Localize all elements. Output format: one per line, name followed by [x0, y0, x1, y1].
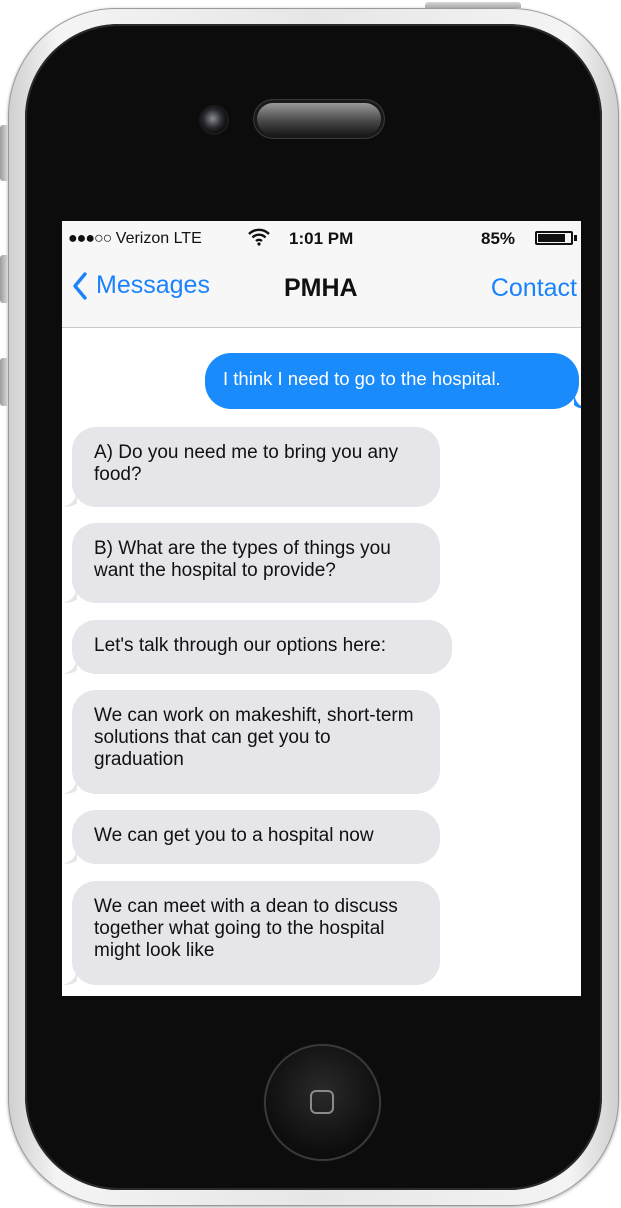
message-text: We can get you to a hospital now — [94, 825, 374, 846]
contact-button[interactable]: Contact — [491, 274, 577, 303]
bubble-tail — [63, 774, 77, 794]
mute-switch — [0, 125, 8, 181]
wifi-icon — [248, 228, 270, 251]
message-text: A) Do you need me to bring you any food? — [94, 442, 399, 485]
back-label: Messages — [96, 271, 210, 299]
bubble-tail — [63, 583, 77, 603]
incoming-message[interactable]: We can work on makeshift, short-term sol… — [63, 690, 440, 794]
bubble-tail — [63, 965, 77, 985]
bubble-tail — [574, 389, 581, 409]
status-bar: ●●●○○ Verizon LTE 1:01 PM 85% — [62, 221, 581, 257]
home-square-icon — [310, 1090, 334, 1114]
home-button[interactable] — [266, 1046, 379, 1159]
carrier-info: ●●●○○ Verizon LTE — [68, 230, 202, 248]
bubble-tail — [63, 844, 77, 864]
battery-tip — [574, 235, 577, 241]
earpiece-speaker — [257, 103, 381, 135]
bubble-tail — [63, 487, 77, 507]
incoming-message[interactable]: Let's talk through our options here: — [63, 620, 452, 674]
conversation-title: PMHA — [284, 274, 358, 302]
message-thread[interactable]: I think I need to go to the hospital. A)… — [62, 328, 581, 996]
phone-screen: ●●●○○ Verizon LTE 1:01 PM 85% Messages P… — [62, 221, 581, 996]
volume-up-button — [0, 255, 8, 303]
battery-percent: 85% — [481, 229, 516, 248]
battery-icon — [535, 231, 573, 245]
incoming-message[interactable]: B) What are the types of things you want… — [63, 523, 440, 603]
power-button — [425, 2, 521, 8]
message-text: I think I need to go to the hospital. — [223, 368, 501, 389]
incoming-message[interactable]: We can meet with a dean to discuss toget… — [63, 881, 440, 985]
status-time: 1:01 PM — [289, 229, 354, 248]
navigation-bar: Messages PMHA Contact — [62, 257, 581, 328]
signal-strength-icon: ●●●○○ — [68, 230, 112, 247]
message-text: We can meet with a dean to discuss toget… — [94, 896, 398, 961]
incoming-message[interactable]: We can get you to a hospital now — [63, 810, 440, 864]
message-text: We can work on makeshift, short-term sol… — [94, 705, 414, 770]
chevron-left-icon — [73, 271, 87, 300]
message-text: B) What are the types of things you want… — [94, 538, 391, 581]
message-text: Let's talk through our options here: — [94, 635, 386, 656]
volume-down-button — [0, 358, 8, 406]
carrier-name: Verizon LTE — [115, 230, 202, 247]
battery-level-fill — [538, 234, 565, 242]
outgoing-message[interactable]: I think I need to go to the hospital. — [205, 353, 581, 409]
front-camera — [201, 107, 227, 133]
incoming-message[interactable]: A) Do you need me to bring you any food? — [63, 427, 440, 507]
back-to-messages-button[interactable]: Messages — [72, 271, 210, 300]
bubble-tail — [63, 654, 77, 674]
